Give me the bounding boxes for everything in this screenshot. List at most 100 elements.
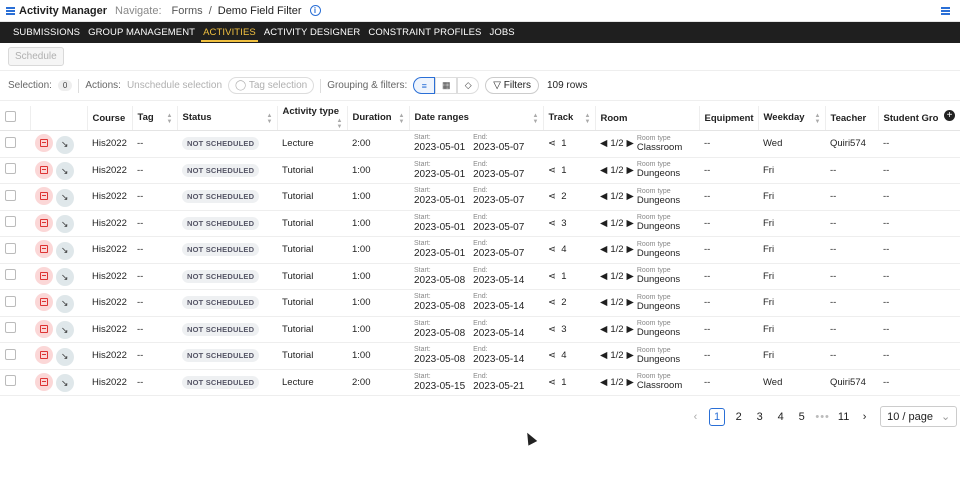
select-all-checkbox[interactable]: [5, 111, 16, 122]
tag-filter-icon[interactable]: ◇: [457, 77, 480, 94]
tab-constraint-profiles[interactable]: CONSTRAINT PROFILES: [364, 22, 485, 43]
column-header-course[interactable]: Course: [87, 106, 133, 131]
open-activity-icon[interactable]: ↘: [55, 135, 74, 154]
room-next-icon[interactable]: ▶: [627, 271, 634, 282]
row-checkbox[interactable]: [5, 348, 16, 360]
column-header-tag[interactable]: Tag ▲ ▼: [132, 106, 178, 131]
tab-jobs[interactable]: JOBS: [485, 22, 518, 43]
open-activity-icon[interactable]: ↘: [55, 374, 74, 392]
more-pages-icon[interactable]: •••: [815, 411, 830, 423]
list-view-icon[interactable]: ≡: [413, 77, 436, 94]
tab-activities[interactable]: ACTIVITIES: [199, 22, 260, 43]
room-prev-icon[interactable]: ◀: [600, 191, 607, 202]
row-checkbox[interactable]: [5, 216, 16, 228]
table-row[interactable]: ↘ His2022 -- NOT SCHEDULED Tutorial 1:00 Start…: [0, 157, 960, 184]
page-last-button[interactable]: 11: [836, 411, 851, 423]
table-row[interactable]: ↘ His2022 -- NOT SCHEDULED Lecture 2:00 Start:…: [0, 130, 960, 158]
room-prev-icon[interactable]: ◀: [600, 244, 607, 255]
next-page-icon[interactable]: ›: [857, 411, 872, 423]
open-activity-icon[interactable]: ↘: [55, 162, 74, 180]
page-4-button[interactable]: 4: [773, 411, 788, 423]
table-row[interactable]: ↘ His2022 -- NOT SCHEDULED Tutorial 1:00 Start…: [0, 316, 960, 343]
page-size-select[interactable]: 10 / page ⌄: [880, 406, 958, 427]
room-next-icon[interactable]: ▶: [627, 324, 634, 335]
right-menu-icon[interactable]: [941, 6, 950, 15]
room-prev-icon[interactable]: ◀: [600, 377, 607, 388]
room-prev-icon[interactable]: ◀: [600, 297, 607, 308]
room-next-icon[interactable]: ▶: [627, 191, 634, 202]
open-activity-icon[interactable]: ↘: [55, 294, 74, 313]
room-next-icon[interactable]: ▶: [627, 244, 634, 255]
unschedule-icon[interactable]: [35, 160, 53, 179]
column-header-status[interactable]: Status ▲ ▼: [177, 106, 278, 131]
room-prev-icon[interactable]: ◀: [600, 138, 607, 149]
sort-icon[interactable]: ▲ ▼: [267, 113, 273, 125]
row-checkbox[interactable]: [5, 163, 16, 175]
unschedule-icon[interactable]: [35, 187, 53, 205]
page-2-button[interactable]: 2: [731, 411, 746, 423]
sort-icon[interactable]: ▲ ▼: [167, 113, 173, 125]
hamburger-menu-icon[interactable]: [6, 6, 15, 15]
row-checkbox[interactable]: [5, 375, 16, 387]
tab-group-management[interactable]: GROUP MANAGEMENT: [84, 22, 199, 43]
unschedule-icon[interactable]: [35, 319, 53, 338]
unschedule-selection-button[interactable]: Unschedule selection: [127, 80, 222, 91]
room-prev-icon[interactable]: ◀: [600, 165, 607, 176]
tab-activity-designer[interactable]: ACTIVITY DESIGNER: [260, 22, 365, 43]
room-prev-icon[interactable]: ◀: [600, 218, 607, 229]
page-1-button[interactable]: 1: [709, 407, 726, 426]
unschedule-icon[interactable]: [35, 213, 53, 232]
open-activity-icon[interactable]: ↘: [55, 321, 74, 339]
table-row[interactable]: ↘ His2022 -- NOT SCHEDULED Tutorial 1:00 Start…: [0, 210, 960, 237]
table-row[interactable]: ↘ His2022 -- NOT SCHEDULED Tutorial 1:00 Start…: [0, 342, 960, 370]
table-row[interactable]: ↘ His2022 -- NOT SCHEDULED Tutorial 1:00 Start…: [0, 236, 960, 264]
info-icon[interactable]: i: [309, 5, 321, 16]
page-5-button[interactable]: 5: [794, 411, 809, 423]
room-next-icon[interactable]: ▶: [627, 377, 634, 388]
tag-selection-button[interactable]: ◯ Tag selection: [228, 77, 315, 94]
row-checkbox[interactable]: [5, 242, 16, 254]
schedule-button[interactable]: Schedule: [8, 47, 64, 66]
column-header-equipment[interactable]: Equipment: [699, 106, 759, 131]
open-activity-icon[interactable]: ↘: [55, 268, 74, 286]
column-header-duration[interactable]: Duration ▲ ▼: [347, 106, 410, 131]
row-checkbox[interactable]: [5, 295, 16, 307]
prev-page-icon[interactable]: ‹: [688, 411, 703, 423]
column-header-activity-type[interactable]: Activity type ▲ ▼: [277, 106, 348, 131]
row-checkbox[interactable]: [5, 269, 16, 281]
sort-icon[interactable]: ▲ ▼: [815, 113, 821, 125]
unschedule-icon[interactable]: [35, 134, 53, 152]
open-activity-icon[interactable]: ↘: [55, 215, 74, 233]
table-row[interactable]: ↘ His2022 -- NOT SCHEDULED Tutorial 1:00 Start…: [0, 289, 960, 317]
row-checkbox[interactable]: [5, 322, 16, 334]
room-prev-icon[interactable]: ◀: [600, 324, 607, 335]
table-row[interactable]: ↘ His2022 -- NOT SCHEDULED Tutorial 1:00 Start…: [0, 183, 960, 211]
column-header-teacher[interactable]: Teacher: [825, 106, 879, 131]
row-checkbox[interactable]: [5, 189, 16, 201]
sort-icon[interactable]: ▲ ▼: [585, 113, 591, 125]
room-next-icon[interactable]: ▶: [627, 138, 634, 149]
room-next-icon[interactable]: ▶: [627, 165, 634, 176]
sort-icon[interactable]: ▲ ▼: [533, 113, 539, 125]
calendar-icon[interactable]: ▦: [435, 77, 458, 94]
open-activity-icon[interactable]: ↘: [55, 188, 74, 207]
page-3-button[interactable]: 3: [752, 411, 767, 423]
room-next-icon[interactable]: ▶: [627, 350, 634, 361]
unschedule-icon[interactable]: [35, 372, 53, 391]
sort-icon[interactable]: ▲ ▼: [399, 113, 405, 125]
unschedule-icon[interactable]: [35, 346, 53, 364]
open-activity-icon[interactable]: ↘: [55, 347, 74, 366]
open-activity-icon[interactable]: ↘: [55, 241, 74, 260]
filters-button[interactable]: ▽ Filters: [485, 77, 539, 94]
unschedule-icon[interactable]: [35, 266, 53, 285]
breadcrumb-forms[interactable]: Forms: [172, 5, 203, 17]
column-header-track[interactable]: Track ▲ ▼: [543, 106, 596, 131]
room-next-icon[interactable]: ▶: [627, 218, 634, 229]
column-header-date-ranges[interactable]: Date ranges ▲ ▼: [409, 106, 544, 131]
unschedule-icon[interactable]: [35, 240, 53, 258]
table-row[interactable]: ↘ His2022 -- NOT SCHEDULED Lecture 2:00 Start:…: [0, 369, 960, 396]
room-prev-icon[interactable]: ◀: [600, 271, 607, 282]
add-column-icon[interactable]: +: [944, 110, 955, 121]
row-checkbox[interactable]: [5, 136, 16, 148]
column-header-room[interactable]: Room: [595, 106, 700, 131]
